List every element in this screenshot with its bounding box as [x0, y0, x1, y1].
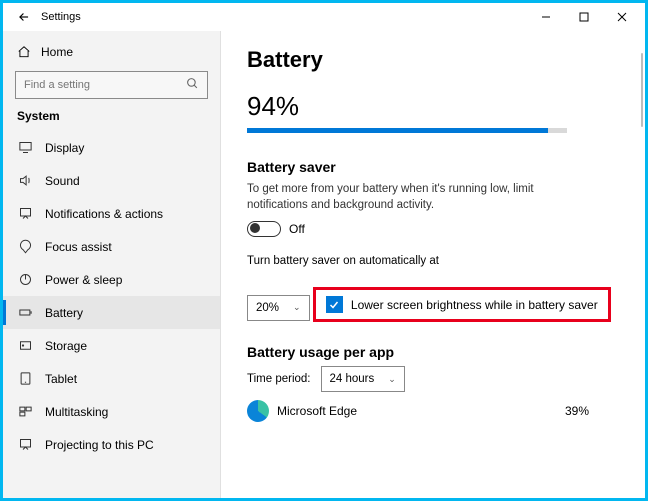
sidebar-item-label: Notifications & actions — [45, 207, 163, 221]
sidebar-item-label: Battery — [45, 306, 83, 320]
sidebar-item-tablet[interactable]: Tablet — [3, 362, 220, 395]
window-title: Settings — [41, 11, 81, 23]
sidebar-item-notifications[interactable]: Notifications & actions — [3, 197, 220, 230]
sidebar-item-label: Projecting to this PC — [45, 438, 154, 452]
edge-icon — [247, 400, 269, 422]
content-pane: Battery 94% Battery saver To get more fr… — [221, 31, 645, 498]
sound-icon — [17, 173, 33, 188]
lower-brightness-row[interactable]: Lower screen brightness while in battery… — [313, 287, 611, 322]
sidebar-item-focus-assist[interactable]: Focus assist — [3, 230, 220, 263]
titlebar: Settings — [3, 3, 645, 31]
close-button[interactable] — [603, 6, 641, 28]
battery-icon — [17, 305, 33, 320]
page-title: Battery — [247, 47, 619, 73]
section-label: System — [3, 109, 220, 131]
lower-brightness-label: Lower screen brightness while in battery… — [351, 298, 598, 312]
tablet-icon — [17, 371, 33, 386]
toggle-state-label: Off — [289, 222, 305, 236]
usage-heading: Battery usage per app — [247, 344, 619, 360]
sidebar-item-label: Storage — [45, 339, 87, 353]
home-link[interactable]: Home — [3, 37, 220, 67]
auto-on-value: 20% — [256, 302, 279, 314]
sidebar-item-projecting[interactable]: Projecting to this PC — [3, 428, 220, 461]
sidebar-item-sound[interactable]: Sound — [3, 164, 220, 197]
focus-assist-icon — [17, 239, 33, 254]
time-period-label: Time period: — [247, 373, 311, 385]
projecting-icon — [17, 437, 33, 452]
app-row[interactable]: Microsoft Edge 39% — [247, 400, 619, 422]
auto-on-label: Turn battery saver on automatically at — [247, 255, 619, 267]
time-period-select[interactable]: 24 hours ⌄ — [321, 366, 405, 392]
battery-progress-fill — [247, 128, 548, 133]
multitasking-icon — [17, 404, 33, 419]
back-button[interactable] — [17, 10, 31, 24]
battery-saver-desc: To get more from your battery when it's … — [247, 181, 587, 213]
home-label: Home — [41, 45, 73, 59]
search-field[interactable] — [24, 79, 186, 91]
scrollbar[interactable] — [641, 53, 643, 127]
app-name: Microsoft Edge — [277, 404, 357, 418]
sidebar-item-label: Sound — [45, 174, 80, 188]
sidebar-item-label: Power & sleep — [45, 273, 122, 287]
battery-percent: 94% — [247, 91, 619, 122]
sidebar: Home System Display Sound — [3, 31, 221, 498]
sidebar-item-label: Tablet — [45, 372, 77, 386]
sidebar-item-label: Multitasking — [45, 405, 108, 419]
auto-on-select[interactable]: 20% ⌄ — [247, 295, 310, 321]
chevron-down-icon: ⌄ — [388, 374, 396, 385]
display-icon — [17, 140, 33, 155]
battery-saver-toggle[interactable] — [247, 221, 281, 237]
lower-brightness-checkbox[interactable] — [326, 296, 343, 313]
notifications-icon — [17, 206, 33, 221]
storage-icon — [17, 338, 33, 353]
sidebar-item-battery[interactable]: Battery — [3, 296, 220, 329]
search-input[interactable] — [15, 71, 208, 99]
power-icon — [17, 272, 33, 287]
sidebar-item-multitasking[interactable]: Multitasking — [3, 395, 220, 428]
chevron-down-icon: ⌄ — [293, 302, 301, 313]
sidebar-item-display[interactable]: Display — [3, 131, 220, 164]
sidebar-item-label: Focus assist — [45, 240, 112, 254]
app-percent: 39% — [565, 404, 619, 418]
battery-saver-heading: Battery saver — [247, 159, 619, 175]
battery-progress — [247, 128, 567, 133]
maximize-button[interactable] — [565, 6, 603, 28]
sidebar-item-label: Display — [45, 141, 84, 155]
time-period-value: 24 hours — [330, 373, 375, 385]
minimize-button[interactable] — [527, 6, 565, 28]
search-icon — [186, 77, 199, 93]
sidebar-item-power-sleep[interactable]: Power & sleep — [3, 263, 220, 296]
sidebar-item-storage[interactable]: Storage — [3, 329, 220, 362]
